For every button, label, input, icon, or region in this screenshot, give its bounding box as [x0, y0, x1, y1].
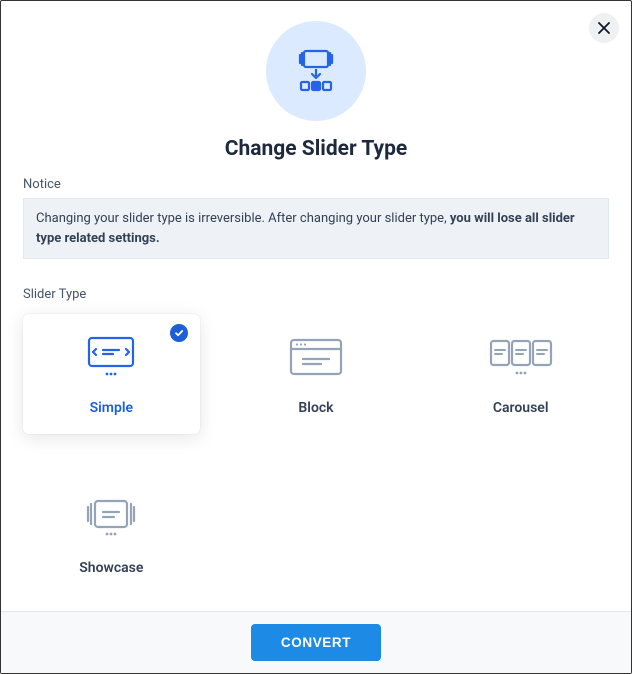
- hero-icon-container: [266, 21, 366, 121]
- close-icon: [598, 22, 610, 34]
- convert-button[interactable]: CONVERT: [251, 624, 381, 661]
- notice-box: Changing your slider type is irreversibl…: [23, 198, 609, 259]
- check-icon: [174, 328, 184, 338]
- notice-text: Changing your slider type is irreversibl…: [36, 211, 450, 226]
- option-label: Carousel: [493, 400, 549, 416]
- modal-header: Change Slider Type: [1, 1, 631, 169]
- option-label: Showcase: [79, 560, 143, 576]
- option-carousel[interactable]: Carousel: [432, 314, 609, 434]
- simple-slider-icon: [78, 332, 144, 382]
- slider-type-label: Slider Type: [23, 287, 609, 302]
- showcase-slider-icon: [75, 492, 147, 542]
- option-block[interactable]: Block: [228, 314, 405, 434]
- carousel-slider-icon: [485, 332, 557, 382]
- option-label: Block: [298, 400, 333, 416]
- modal-title: Change Slider Type: [225, 137, 408, 161]
- notice-label: Notice: [23, 177, 609, 192]
- slider-type-grid: Simple Block: [23, 314, 609, 594]
- option-label: Simple: [90, 400, 133, 416]
- close-button[interactable]: [589, 13, 619, 43]
- modal-body: Notice Changing your slider type is irre…: [1, 169, 631, 611]
- change-slider-type-modal: Change Slider Type Notice Changing your …: [0, 0, 632, 674]
- selected-badge: [170, 324, 188, 342]
- block-slider-icon: [283, 332, 349, 382]
- convert-slider-icon: [289, 44, 343, 98]
- option-showcase[interactable]: Showcase: [23, 474, 200, 594]
- option-simple[interactable]: Simple: [23, 314, 200, 434]
- modal-footer: CONVERT: [1, 611, 631, 673]
